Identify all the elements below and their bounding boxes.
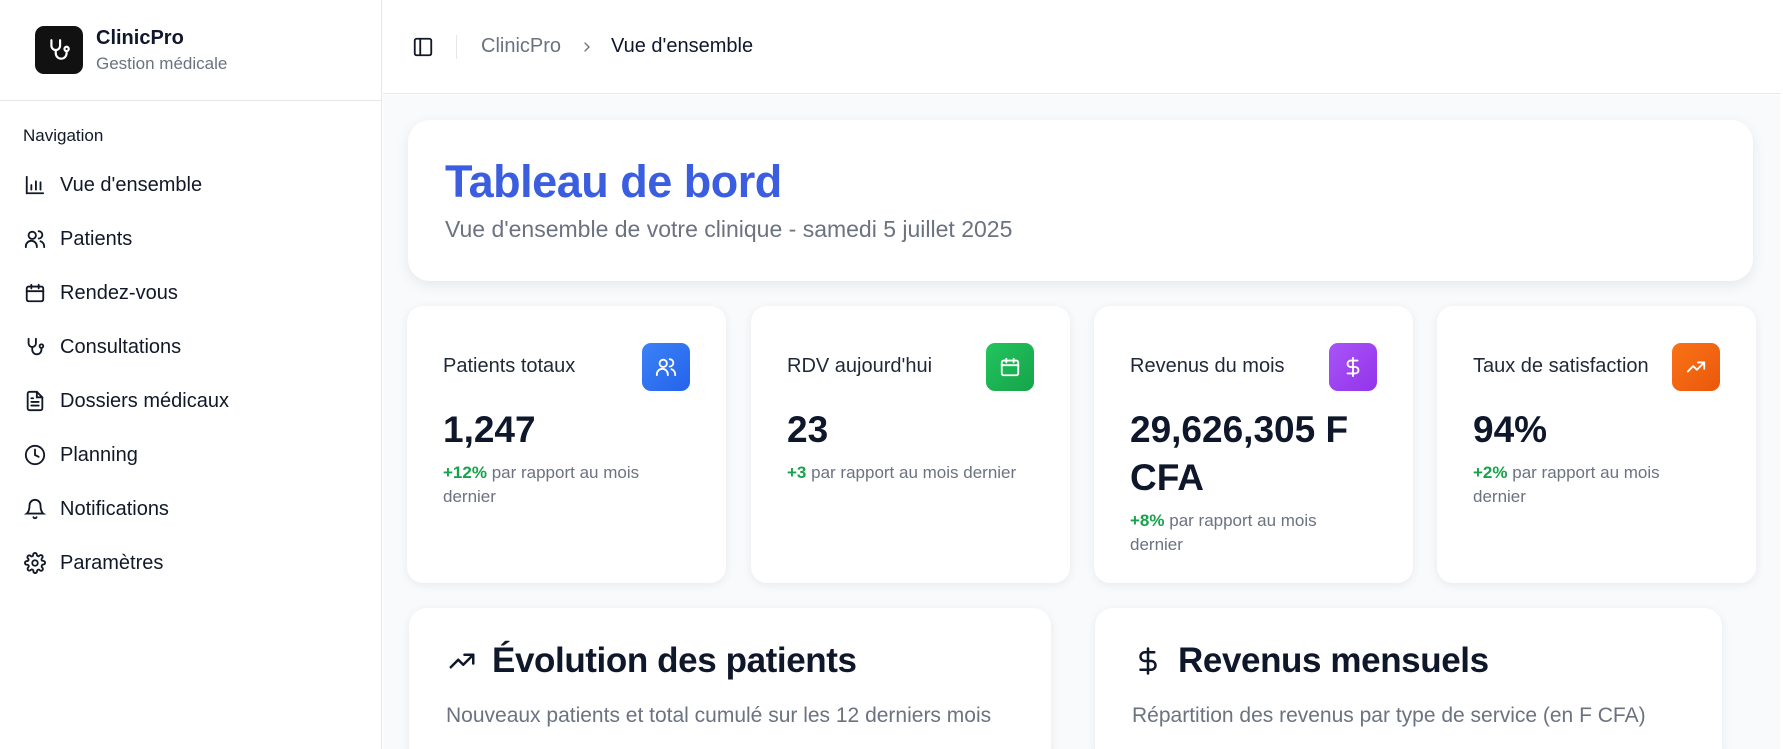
stat-value: 23 [787, 409, 829, 450]
nav-section-title: Navigation [23, 126, 104, 145]
sidebar-item-consultations[interactable]: Consultations [23, 320, 363, 374]
stat-delta: +3 [787, 463, 807, 482]
topbar-divider [456, 34, 457, 59]
stat-label: RDV aujourd'hui [787, 355, 933, 377]
breadcrumb-current: Vue d'ensemble [611, 35, 754, 57]
stat-card-patients: Patients totaux 1,247 +12% par rapport a… [407, 306, 726, 583]
clock-icon [23, 443, 47, 467]
monthly-revenue-panel: Revenus mensuels Répartition des revenus… [1095, 608, 1722, 749]
stat-delta: +2% [1473, 463, 1508, 482]
sidebar-nav: Vue d'ensemble Patients Rendez-vous Cons… [23, 158, 363, 590]
panel-subtitle: Nouveaux patients et total cumulé sur le… [446, 704, 992, 727]
stat-card-satisfaction: Taux de satisfaction 94% +2% par rapport… [1437, 306, 1756, 583]
dollar-icon [1329, 343, 1377, 391]
calendar-icon [23, 281, 47, 305]
sidebar-item-settings[interactable]: Paramètres [23, 536, 363, 590]
stat-value: 29,626,305 F CFA [1130, 409, 1349, 498]
sidebar-item-label: Rendez-vous [60, 281, 178, 304]
main-content: Tableau de bord Vue d'ensemble de votre … [383, 95, 1780, 749]
stat-card-revenue: Revenus du mois 29,626,305 F CFA +8% par… [1094, 306, 1413, 583]
page-title: Tableau de bord [445, 156, 782, 207]
panel-subtitle: Répartition des revenus par type de serv… [1132, 704, 1646, 727]
chevron-right-icon [579, 39, 595, 55]
sidebar-item-label: Patients [60, 227, 133, 250]
sidebar-item-overview[interactable]: Vue d'ensemble [23, 158, 363, 212]
gear-icon [23, 551, 47, 575]
users-icon [23, 227, 47, 251]
sidebar-toggle-icon[interactable] [410, 34, 436, 60]
sidebar-item-medical-records[interactable]: Dossiers médicaux [23, 374, 363, 428]
stethoscope-icon [35, 26, 83, 74]
stat-value: 94% [1473, 409, 1548, 450]
bar-chart-icon [23, 173, 47, 197]
sidebar: ClinicPro Gestion médicale Navigation Vu… [0, 0, 382, 749]
dashboard-header-card: Tableau de bord Vue d'ensemble de votre … [408, 120, 1753, 281]
stethoscope-icon [23, 335, 47, 359]
dollar-icon [1131, 644, 1165, 678]
sidebar-item-label: Planning [60, 443, 138, 466]
stat-label: Taux de satisfaction [1473, 355, 1649, 377]
panel-title: Revenus mensuels [1178, 641, 1489, 680]
stat-label: Revenus du mois [1130, 355, 1285, 377]
trending-up-icon [1672, 343, 1720, 391]
stat-value: 1,247 [443, 409, 536, 450]
stat-note-text: par rapport au mois dernier [811, 463, 1017, 482]
topbar: ClinicPro Vue d'ensemble [383, 0, 1780, 94]
sidebar-item-appointments[interactable]: Rendez-vous [23, 266, 363, 320]
breadcrumb: ClinicPro Vue d'ensemble [481, 35, 753, 58]
sidebar-item-label: Vue d'ensemble [60, 173, 203, 196]
sidebar-item-label: Consultations [60, 335, 182, 358]
trending-up-icon [445, 644, 479, 678]
brand[interactable]: ClinicPro Gestion médicale [0, 0, 381, 101]
sidebar-item-patients[interactable]: Patients [23, 212, 363, 266]
sidebar-item-notifications[interactable]: Notifications [23, 482, 363, 536]
panel-title: Évolution des patients [492, 641, 857, 680]
file-text-icon [23, 389, 47, 413]
patients-evolution-panel: Évolution des patients Nouveaux patients… [409, 608, 1051, 749]
stat-delta: +12% [443, 463, 487, 482]
stat-note: +2% par rapport au mois dernier [1473, 461, 1713, 509]
sidebar-item-planning[interactable]: Planning [23, 428, 363, 482]
stat-label: Patients totaux [443, 355, 576, 377]
stat-note: +3 par rapport au mois dernier [787, 461, 1027, 485]
stat-card-appointments: RDV aujourd'hui 23 +3 par rapport au moi… [751, 306, 1070, 583]
page-subtitle: Vue d'ensemble de votre clinique - samed… [445, 216, 1013, 242]
sidebar-item-label: Notifications [60, 497, 169, 520]
stat-delta: +8% [1130, 511, 1165, 530]
brand-name: ClinicPro [96, 26, 184, 49]
sidebar-item-label: Paramètres [60, 551, 164, 574]
breadcrumb-root-link[interactable]: ClinicPro [481, 35, 561, 58]
users-icon [642, 343, 690, 391]
brand-subtitle: Gestion médicale [96, 53, 228, 73]
calendar-icon [986, 343, 1034, 391]
sidebar-item-label: Dossiers médicaux [60, 389, 229, 412]
bell-icon [23, 497, 47, 521]
stat-note: +12% par rapport au mois dernier [443, 461, 683, 509]
stat-note: +8% par rapport au mois dernier [1130, 509, 1370, 557]
